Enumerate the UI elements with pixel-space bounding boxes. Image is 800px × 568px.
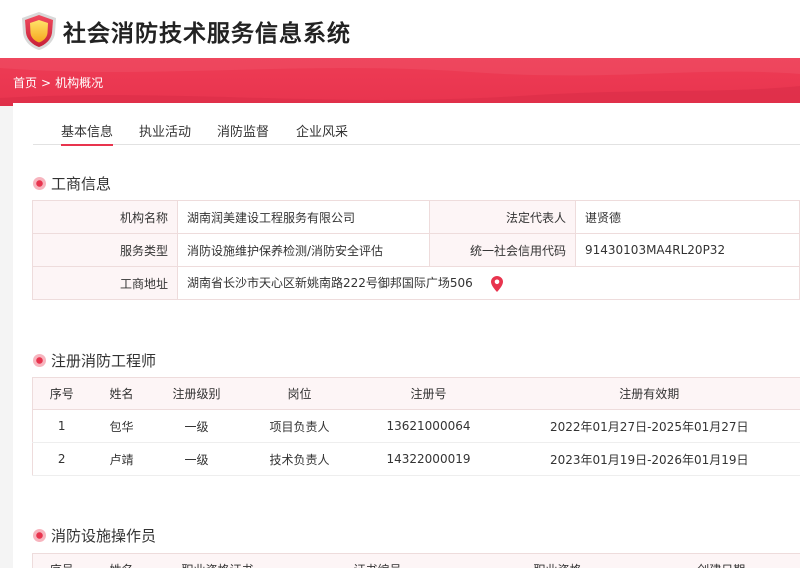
column-header: 注册号 [358,377,499,410]
banner: 首页 > 机构概况 [0,58,800,106]
engineers-table: 序号 姓名 注册级别 岗位 注册号 注册有效期 1 包华 一级 项目负责人 13… [32,377,800,476]
column-header: 职业资格证书 [152,553,283,568]
org-name-value: 湖南润美建设工程服务有限公司 [177,200,430,234]
cell-level: 一级 [152,409,241,443]
tab-label: 消防监督 [217,125,270,140]
service-type-label: 服务类型 [32,233,178,267]
section-title-business: 工商信息 [51,175,112,193]
app-title: 社会消防技术服务信息系统 [63,20,351,47]
banner-wave-decoration [0,58,800,106]
org-name-label: 机构名称 [32,200,178,234]
section-title-operators: 消防设施操作员 [51,527,157,545]
table-row: 服务类型 消防设施维护保养检测/消防安全评估 统一社会信用代码 91430103… [32,233,800,267]
credit-code-label: 统一社会信用代码 [429,233,576,267]
credit-code-value: 91430103MA4RL20P32 [575,233,800,267]
table-row: 机构名称 湖南润美建设工程服务有限公司 法定代表人 谌贤德 [32,200,800,234]
breadcrumb-separator: > [41,76,52,90]
cell-reg-no: 14322000019 [358,442,499,476]
column-header: 证书编号 [282,553,473,568]
table-row: 1 包华 一级 项目负责人 13621000064 2022年01月27日-20… [32,409,800,443]
tab-basic-info[interactable]: 基本信息 [61,121,114,146]
cell-position: 技术负责人 [240,442,359,476]
tab-label: 基本信息 [61,125,114,140]
breadcrumb-home-link[interactable]: 首页 [13,76,37,90]
address-label: 工商地址 [32,266,178,300]
tab-fire-supervision[interactable]: 消防监督 [217,121,269,145]
shield-logo-icon [22,12,56,50]
column-header: 岗位 [240,377,359,410]
operators-table: 序号 姓名 职业资格证书 证书编号 职业资格 创建日期 [32,553,800,568]
cell-index: 1 [32,409,91,443]
tab-practice-activities[interactable]: 执业活动 [139,121,191,145]
tab-company-style[interactable]: 企业风采 [296,121,348,145]
cell-reg-no: 13621000064 [358,409,499,443]
column-header: 姓名 [90,553,153,568]
column-header: 职业资格 [472,553,643,568]
column-header: 姓名 [90,377,153,410]
map-pin-icon[interactable] [490,275,503,292]
active-tab-indicator [61,144,114,146]
column-header: 注册级别 [152,377,241,410]
table-header-row: 序号 姓名 注册级别 岗位 注册号 注册有效期 [32,377,800,410]
legal-rep-label: 法定代表人 [429,200,576,234]
app-header: 社会消防技术服务信息系统 [0,0,800,58]
address-cell: 湖南省长沙市天心区新姚南路222号御邦国际广场506 [177,266,800,300]
cell-validity: 2023年01月19日-2026年01月19日 [498,442,800,476]
section-bullet-icon [33,529,46,542]
column-header: 序号 [32,377,91,410]
breadcrumb-current: 机构概况 [55,76,104,90]
cell-position: 项目负责人 [240,409,359,443]
tab-label: 执业活动 [139,125,192,140]
service-type-value: 消防设施维护保养检测/消防安全评估 [177,233,430,267]
section-bullet-icon [33,354,46,367]
column-header: 注册有效期 [498,377,800,410]
tab-label: 企业风采 [296,125,349,140]
legal-rep-value: 谌贤德 [575,200,800,234]
cell-level: 一级 [152,442,241,476]
table-row: 2 卢靖 一级 技术负责人 14322000019 2023年01月19日-20… [32,442,800,476]
address-value: 湖南省长沙市天心区新姚南路222号御邦国际广场506 [187,276,473,291]
table-row: 工商地址 湖南省长沙市天心区新姚南路222号御邦国际广场506 [32,266,800,300]
content-panel: 基本信息 执业活动 消防监督 企业风采 工商信息 机构名称 湖南润美建设工程服务… [13,103,800,568]
tab-bar: 基本信息 执业活动 消防监督 企业风采 [33,117,800,146]
table-header-row: 序号 姓名 职业资格证书 证书编号 职业资格 创建日期 [32,553,800,568]
cell-name: 卢靖 [90,442,153,476]
cell-index: 2 [32,442,91,476]
business-info-table: 机构名称 湖南润美建设工程服务有限公司 法定代表人 谌贤德 服务类型 消防设施维… [32,200,800,300]
cell-validity: 2022年01月27日-2025年01月27日 [498,409,800,443]
section-bullet-icon [33,177,46,190]
column-header: 序号 [32,553,91,568]
cell-name: 包华 [90,409,153,443]
section-title-engineers: 注册消防工程师 [51,352,157,370]
breadcrumb: 首页 > 机构概况 [13,74,103,91]
column-header: 创建日期 [642,553,800,568]
